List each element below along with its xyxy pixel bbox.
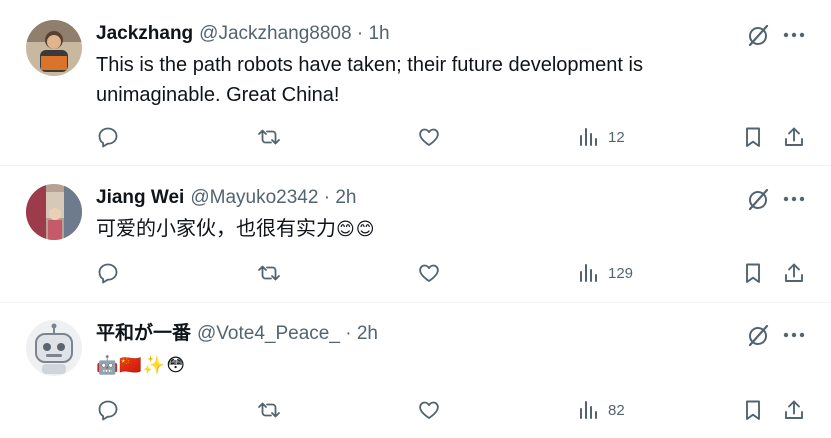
bookmark-icon [746,400,760,420]
reply-button[interactable] [96,261,120,285]
tweet-card[interactable]: Jackzhang @Jackzhang8808 · 1h This is the… [0,0,831,166]
analytics-icon [580,128,597,146]
reply-button[interactable] [96,125,120,149]
tweet-text-line: unimaginable. Great China! [96,84,340,106]
analytics-icon [580,264,597,282]
separator-dot: · [323,187,331,208]
separator-dot: · [345,323,352,344]
more-options-button[interactable] [780,186,808,212]
timestamp[interactable]: 2h [357,323,378,344]
more-options-button[interactable] [780,322,808,348]
grok-icon [748,188,769,211]
tweet-emoji: 🤖🇨🇳✨😳 [96,355,187,375]
more-dots-icon [783,196,805,202]
repost-icon [258,402,280,418]
view-count: 12 [608,128,625,146]
share-button[interactable] [782,125,806,149]
reply-icon [98,127,118,148]
views-button[interactable]: 129 [578,261,633,285]
bookmark-button[interactable] [741,398,765,422]
share-icon [785,400,803,419]
bookmark-icon [746,263,760,283]
grok-button[interactable] [745,322,771,348]
reply-button[interactable] [96,398,120,422]
like-button[interactable] [417,261,441,285]
views-button[interactable]: 12 [578,125,625,149]
more-dots-icon [783,32,805,38]
bookmark-icon [746,127,760,147]
separator-dot: · [356,23,364,44]
tweet-text: 🤖🇨🇳✨😳 [96,350,736,380]
user-handle[interactable]: @Jackzhang8808 [199,23,351,44]
timestamp[interactable]: 2h [335,187,356,208]
user-handle[interactable]: @Vote4_Peace_ [197,323,340,344]
more-options-button[interactable] [780,22,808,48]
timestamp[interactable]: 1h [368,23,389,44]
tweet-header: Jiang Wei @Mayuko2342 · 2h [96,186,356,210]
grok-icon [748,24,769,47]
reply-feed: Jackzhang @Jackzhang8808 · 1h This is the… [0,0,831,438]
repost-button[interactable] [256,261,282,285]
display-name[interactable]: 平和が一番 [96,323,191,344]
room-photo-avatar-icon [26,184,82,240]
user-handle[interactable]: @Mayuko2342 [190,187,318,208]
tweet-header: Jackzhang @Jackzhang8808 · 1h [96,22,390,46]
grok-button[interactable] [745,186,771,212]
grok-icon [748,324,769,347]
tweet-emoji: 😊😊 [336,219,376,239]
avatar[interactable] [26,320,82,376]
tweet-text-line: This is the path robots have taken; thei… [96,54,643,76]
heart-icon [419,128,439,146]
bookmark-button[interactable] [741,261,765,285]
like-button[interactable] [417,125,441,149]
heart-icon [419,264,439,282]
share-icon [785,263,803,282]
avatar[interactable] [26,184,82,240]
like-button[interactable] [417,398,441,422]
views-button[interactable]: 82 [578,398,625,422]
repost-icon [258,129,280,145]
avatar[interactable] [26,20,82,76]
repost-button[interactable] [256,125,282,149]
share-icon [785,127,803,146]
tweet-card[interactable]: 平和が一番 @Vote4_Peace_ · 2h 🤖🇨🇳✨😳 82 [0,303,831,438]
view-count: 82 [608,401,625,419]
share-button[interactable] [782,398,806,422]
tweet-text-body: 可爱的小家伙，也很有实力 [96,218,336,240]
reply-icon [98,400,118,421]
repost-icon [258,265,280,281]
display-name[interactable]: Jackzhang [96,23,193,44]
tweet-text: This is the path robots have taken; thei… [96,50,736,110]
tweet-text: 可爱的小家伙，也很有实力😊😊 [96,214,736,244]
bookmark-button[interactable] [741,125,765,149]
robot-cartoon-avatar-icon [26,320,82,376]
heart-icon [419,401,439,419]
reply-icon [98,263,118,284]
repost-button[interactable] [256,398,282,422]
person-holding-sign-avatar-icon [26,20,82,76]
share-button[interactable] [782,261,806,285]
tweet-card[interactable]: Jiang Wei @Mayuko2342 · 2h 可爱的小家伙，也很有实力😊😊 [0,166,831,303]
tweet-header: 平和が一番 @Vote4_Peace_ · 2h [96,322,378,346]
more-dots-icon [783,332,805,338]
analytics-icon [580,401,597,419]
display-name[interactable]: Jiang Wei [96,187,184,208]
view-count: 129 [608,264,634,282]
grok-button[interactable] [745,22,771,48]
